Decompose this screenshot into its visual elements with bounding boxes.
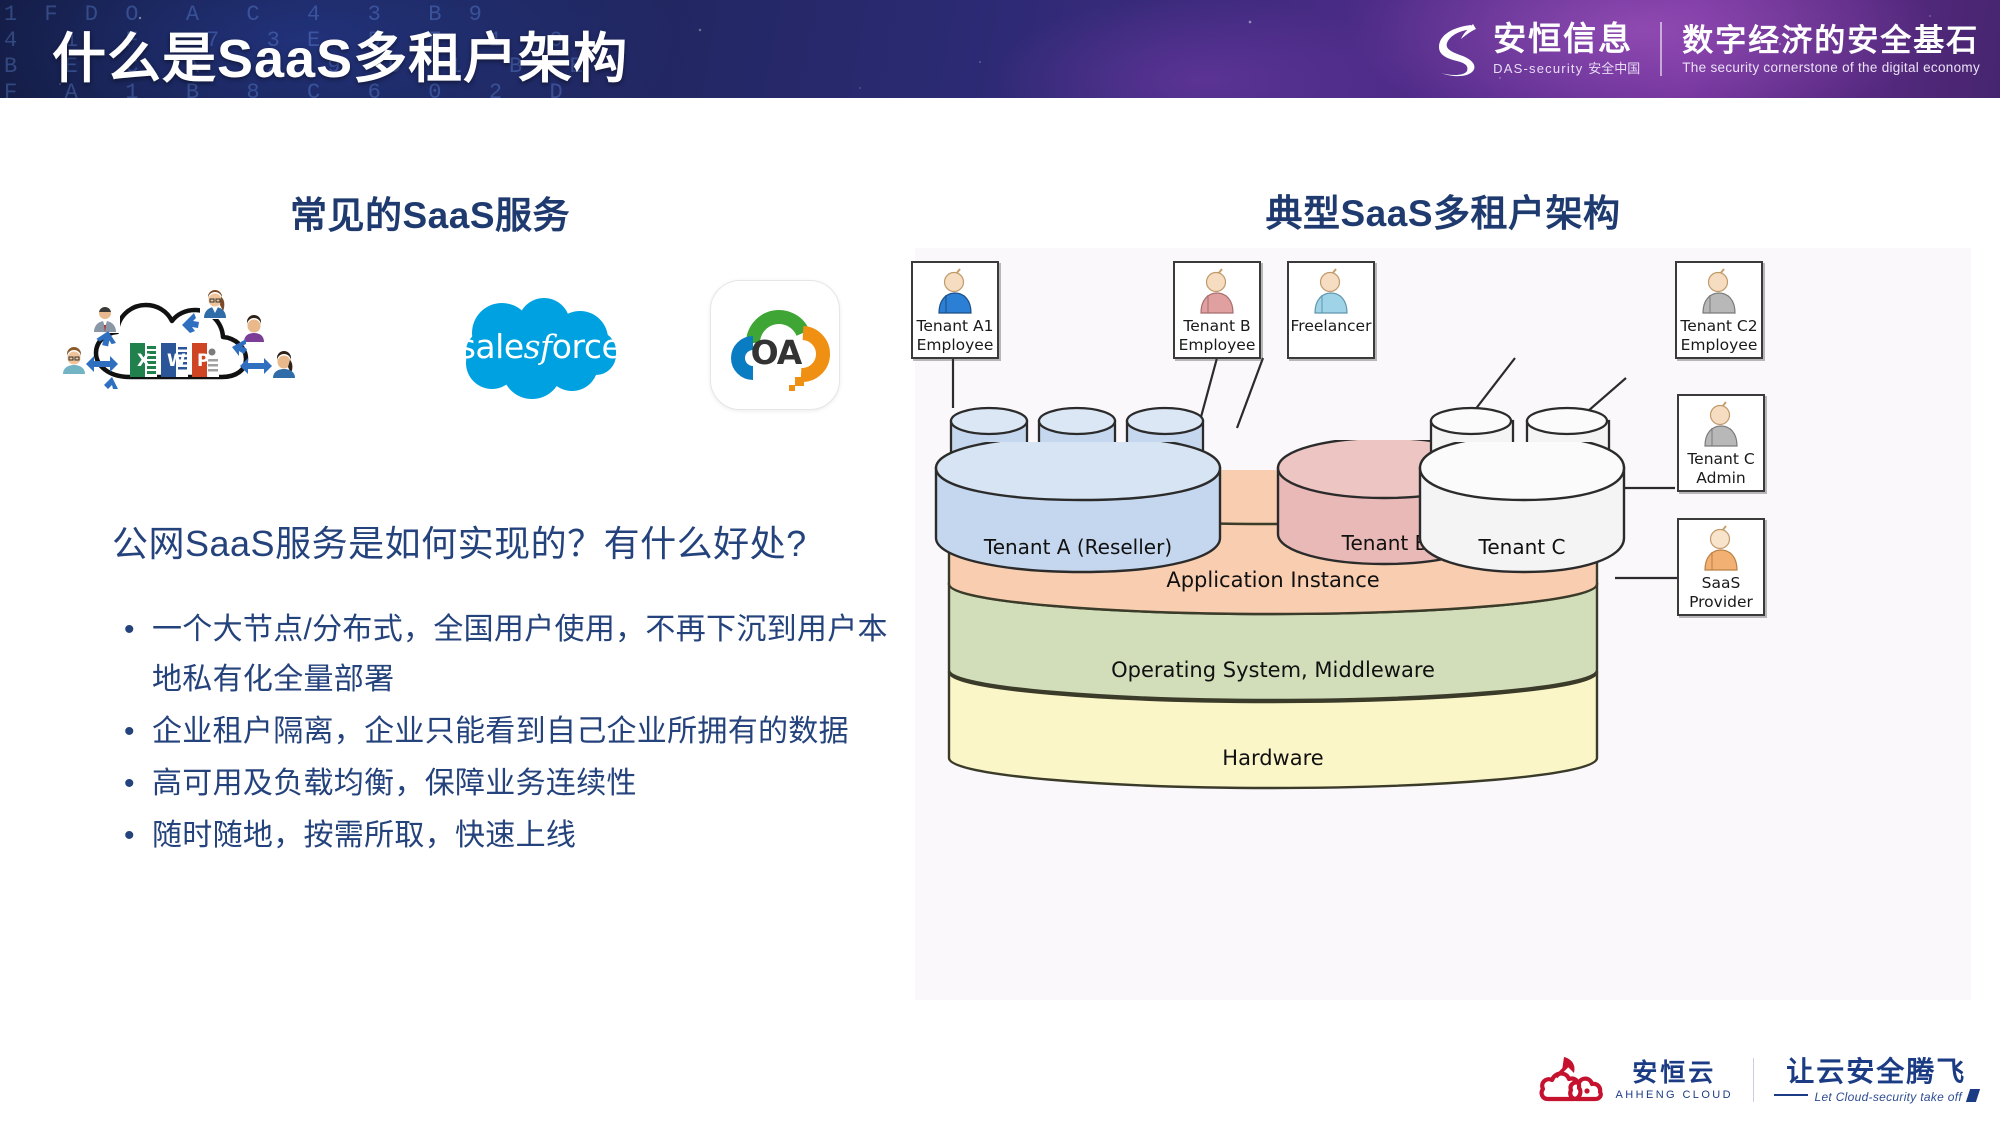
footer-tagline-en-row: Let Cloud-security take off bbox=[1774, 1087, 1981, 1104]
company-brand-lockup: 安恒信息 DAS-security 安全中国 数字经济的安全基石 The sec… bbox=[1433, 16, 1980, 82]
salesforce-wordmark-text: salesforce bbox=[458, 326, 622, 366]
footer-tagline-rule bbox=[1774, 1094, 1809, 1096]
list-item-label: 随时随地，按需所取，快速上线 bbox=[152, 819, 577, 852]
footer-tagline-en: Let Cloud-security take off bbox=[1814, 1089, 1962, 1104]
left-subtitle-question: 公网SaaS服务是如何实现的？有什么好处? bbox=[112, 523, 807, 564]
list-item: • 高可用及负载均衡，保障业务连续性 bbox=[118, 759, 898, 809]
oa-wordmark: OA bbox=[750, 333, 803, 372]
slide-header-banner: 1 F D O A C 4 3 B 9 4 1 F 7 3 E 5 F 1 0 … bbox=[0, 0, 2000, 98]
footer-brand-lockup: 安恒云 AHHENG CLOUD 让云安全腾飞 Let Cloud-securi… bbox=[1538, 1049, 1981, 1111]
tenant-a-label: Tenant A (Reseller) bbox=[983, 535, 1173, 559]
hardware-layer-label: Hardware bbox=[1222, 746, 1324, 770]
multi-tenant-architecture-diagram: Hardware Operating System, Middleware Ap… bbox=[911, 248, 1971, 1000]
list-item-label: 高可用及负载均衡，保障业务连续性 bbox=[152, 767, 637, 800]
actor-box-tenant-b-employee[interactable]: Tenant B Employee bbox=[1173, 261, 1261, 359]
brand-name-block: 安恒信息 DAS-security 安全中国 bbox=[1493, 21, 1640, 77]
actor-label: Tenant B Employee bbox=[1178, 317, 1256, 354]
svg-text:W: W bbox=[167, 351, 186, 371]
salesforce-logo-icon: salesforce bbox=[440, 291, 640, 401]
person-icon bbox=[932, 267, 978, 315]
salesforce-wordmark: salesforce bbox=[440, 291, 640, 401]
actor-box-tenant-a1-employee[interactable]: Tenant A1 Employee bbox=[911, 261, 999, 359]
das-security-swoosh-logo-icon bbox=[1433, 21, 1479, 77]
footer-divider bbox=[1752, 1058, 1755, 1102]
person-icon bbox=[1698, 524, 1744, 572]
list-item: • 企业租户隔离，企业只能看到自己企业所拥有的数据 bbox=[118, 707, 898, 757]
brand-name-cn: 安恒信息 bbox=[1493, 20, 1634, 57]
tenant-c-label: Tenant C bbox=[1478, 535, 1566, 559]
footer-tagline-cn: 让云安全腾飞 bbox=[1786, 1055, 1967, 1087]
footer-brand-name-en: AHHENG CLOUD bbox=[1615, 1088, 1733, 1101]
person-icon bbox=[1696, 267, 1742, 315]
list-item-label: 企业租户隔离，企业只能看到自己企业所拥有的数据 bbox=[152, 715, 849, 748]
actor-label: Tenant A1 Employee bbox=[916, 317, 994, 354]
list-item: • 一个大节点/分布式，全国用户使用，不再下沉到用户本地私有化全量部署 bbox=[118, 605, 898, 705]
tenant-a-cylinder-shape bbox=[934, 442, 1222, 574]
brand-tagline-cn: 数字经济的安全基石 bbox=[1682, 22, 1980, 58]
person-icon bbox=[1698, 400, 1744, 448]
actor-box-saas-provider[interactable]: SaaS Provider bbox=[1677, 518, 1765, 616]
bullet-marker: • bbox=[124, 715, 135, 748]
actor-label: Tenant C Admin bbox=[1687, 450, 1755, 487]
list-item: • 随时随地，按需所取，快速上线 bbox=[118, 811, 898, 861]
footer-tagline-slash-icon bbox=[1965, 1088, 1981, 1102]
bullet-marker: • bbox=[124, 767, 135, 800]
benefits-bullet-list: • 一个大节点/分布式，全国用户使用，不再下沉到用户本地私有化全量部署 • 企业… bbox=[118, 605, 898, 863]
actor-box-freelancer[interactable]: Freelancer bbox=[1287, 261, 1375, 359]
oa-cloud-logo-icon: OA bbox=[710, 280, 840, 410]
bullet-marker: • bbox=[124, 613, 135, 646]
brand-tagline-block: 数字经济的安全基石 The security cornerstone of th… bbox=[1682, 22, 1980, 75]
footer-brand-name-cn: 安恒云 bbox=[1632, 1058, 1717, 1087]
os-middleware-layer-label: Operating System, Middleware bbox=[1111, 658, 1435, 682]
cloud-users-office-illustration-icon: X W P bbox=[60, 285, 390, 405]
actor-box-tenant-c-admin[interactable]: Tenant C Admin bbox=[1677, 394, 1765, 492]
left-section-heading: 常见的SaaS服务 bbox=[289, 195, 570, 236]
bullet-marker: • bbox=[124, 819, 135, 852]
saas-examples-logo-row: X W P salesforce OA bbox=[50, 280, 850, 410]
person-icon bbox=[1308, 267, 1354, 315]
brand-name-en-suffix: 安全中国 bbox=[1588, 61, 1641, 76]
footer-tagline-block: 让云安全腾飞 Let Cloud-security take off bbox=[1774, 1055, 1981, 1104]
brand-name-en-text: DAS-security bbox=[1493, 61, 1584, 76]
brand-divider bbox=[1660, 22, 1663, 76]
architecture-diagram-panel: Hardware Operating System, Middleware Ap… bbox=[911, 248, 1971, 1000]
footer-brand-name-block: 安恒云 AHHENG CLOUD bbox=[1615, 1058, 1733, 1101]
actor-label: Tenant C2 Employee bbox=[1680, 317, 1758, 354]
actor-label: Freelancer bbox=[1290, 317, 1372, 335]
right-section-heading: 典型SaaS多租户架构 bbox=[1265, 193, 1621, 234]
svg-text:X: X bbox=[137, 351, 150, 371]
brand-name-en: DAS-security 安全中国 bbox=[1493, 58, 1640, 77]
actor-label: SaaS Provider bbox=[1689, 574, 1753, 611]
tenant-c-cylinder-shape bbox=[1418, 442, 1626, 574]
list-item-label: 一个大节点/分布式，全国用户使用，不再下沉到用户本地私有化全量部署 bbox=[152, 613, 888, 696]
svg-text:P: P bbox=[197, 351, 209, 371]
page-title: 什么是SaaS多租户架构 bbox=[52, 29, 629, 89]
person-icon bbox=[1194, 267, 1240, 315]
actor-box-tenant-c2-employee[interactable]: Tenant C2 Employee bbox=[1675, 261, 1763, 359]
brand-tagline-en: The security cornerstone of the digital … bbox=[1682, 59, 1980, 75]
ahheng-cloud-rocket-logo-icon bbox=[1538, 1053, 1604, 1107]
